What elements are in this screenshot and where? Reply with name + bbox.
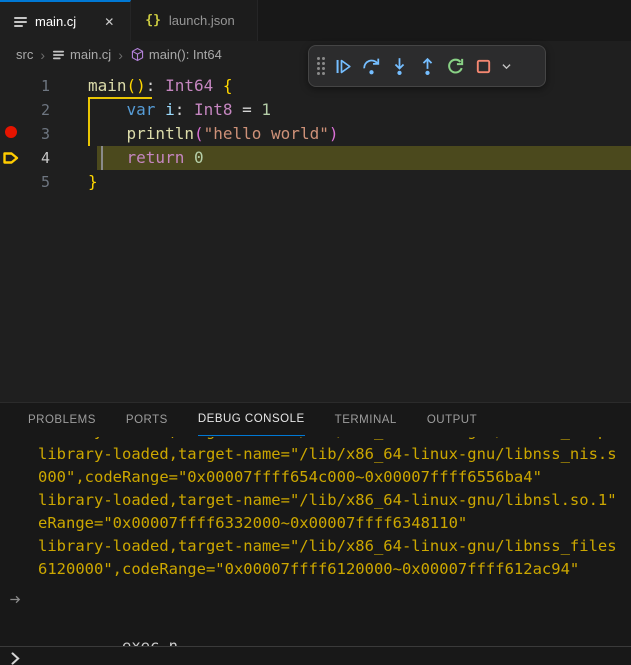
chevron-right-icon: ›	[40, 47, 45, 63]
console-line: 000",codeRange="0x00007ffff654c000~0x000…	[0, 466, 631, 489]
debug-restart-button[interactable]	[441, 51, 469, 81]
tab-label: main.cj	[35, 14, 76, 29]
file-icon	[14, 15, 27, 29]
code-line-3: println("hello world")	[88, 122, 338, 146]
tab-main-cj[interactable]: main.cj ✕	[0, 0, 131, 41]
line-number: 2	[0, 98, 50, 122]
debug-step-over-icon	[362, 57, 381, 76]
tab-launch-json[interactable]: {} launch.json	[131, 0, 257, 41]
debug-stop-button[interactable]	[469, 51, 497, 81]
code-line-1: main(): Int64 {	[88, 74, 233, 98]
json-braces-icon: {}	[145, 13, 161, 28]
editor-tab-bar: main.cj ✕ {} launch.json	[0, 0, 631, 41]
line-number: 4	[0, 146, 50, 170]
panel-tab-bar: PROBLEMS PORTS DEBUG CONSOLE TERMINAL OU…	[0, 403, 631, 436]
debug-step-into-button[interactable]	[385, 51, 413, 81]
gripper-icon[interactable]	[317, 57, 325, 75]
file-icon	[53, 49, 64, 61]
debug-continue-icon	[334, 57, 353, 76]
debug-continue-button[interactable]	[329, 51, 357, 81]
console-line: library-loaded,target-name="/lib/x86_64-…	[0, 489, 631, 512]
console-line: 6120000",codeRange="0x00007ffff6120000~0…	[0, 558, 631, 581]
debug-step-over-button[interactable]	[357, 51, 385, 81]
debug-toolbar-more-button[interactable]	[497, 51, 515, 81]
breadcrumb-symbol[interactable]: main(): Int64	[130, 47, 222, 62]
tab-terminal[interactable]: TERMINAL	[335, 403, 397, 436]
debug-stop-icon	[474, 57, 493, 76]
console-input-divider	[0, 646, 631, 647]
code-line-4: return 0	[88, 146, 204, 170]
prompt-chevron-icon	[7, 650, 24, 665]
line-number: 1	[0, 74, 50, 98]
tab-output[interactable]: OUTPUT	[427, 403, 477, 436]
tab-problems[interactable]: PROBLEMS	[28, 403, 96, 436]
code-line-5: }	[88, 170, 98, 194]
chevron-down-icon	[499, 59, 514, 74]
bottom-panel: PROBLEMS PORTS DEBUG CONSOLE TERMINAL OU…	[0, 402, 631, 665]
console-line: library-loaded,target-name="/lib/x86_64-…	[0, 443, 631, 466]
tab-label: launch.json	[169, 13, 235, 28]
breadcrumb-file[interactable]: main.cj	[52, 47, 111, 62]
line-number: 5	[0, 170, 50, 194]
arrow-right-icon	[8, 592, 23, 607]
debug-step-out-button[interactable]	[413, 51, 441, 81]
symbol-package-icon	[130, 47, 145, 62]
tab-ports[interactable]: PORTS	[126, 403, 168, 436]
console-line: eRange="0x00007ffff6332000~0x00007ffff63…	[0, 512, 631, 535]
vscode-window: main.cj ✕ {} launch.json src › main.cj ›…	[0, 0, 631, 665]
debug-step-into-icon	[390, 57, 409, 76]
code-editor[interactable]: 12345 main(): Int64 { var i: Int8 = 1 pr…	[0, 68, 631, 402]
code-line-2: var i: Int8 = 1	[88, 98, 271, 122]
debug-toolbar	[308, 45, 546, 87]
debug-step-out-icon	[418, 57, 437, 76]
debug-console-output[interactable]: library-loaded,target-name="/lib/x86_64-…	[0, 437, 631, 646]
console-line: library-loaded,target-name="/lib/x86_64-…	[0, 535, 631, 558]
debug-console-input[interactable]	[0, 649, 631, 665]
close-icon[interactable]: ✕	[100, 13, 118, 31]
console-command-line: -exec n	[0, 589, 631, 646]
chevron-right-icon: ›	[118, 47, 123, 63]
debug-restart-icon	[446, 57, 465, 76]
breadcrumb-src[interactable]: src	[16, 47, 33, 62]
tab-debug-console[interactable]: DEBUG CONSOLE	[198, 403, 305, 436]
line-number: 3	[0, 122, 50, 146]
